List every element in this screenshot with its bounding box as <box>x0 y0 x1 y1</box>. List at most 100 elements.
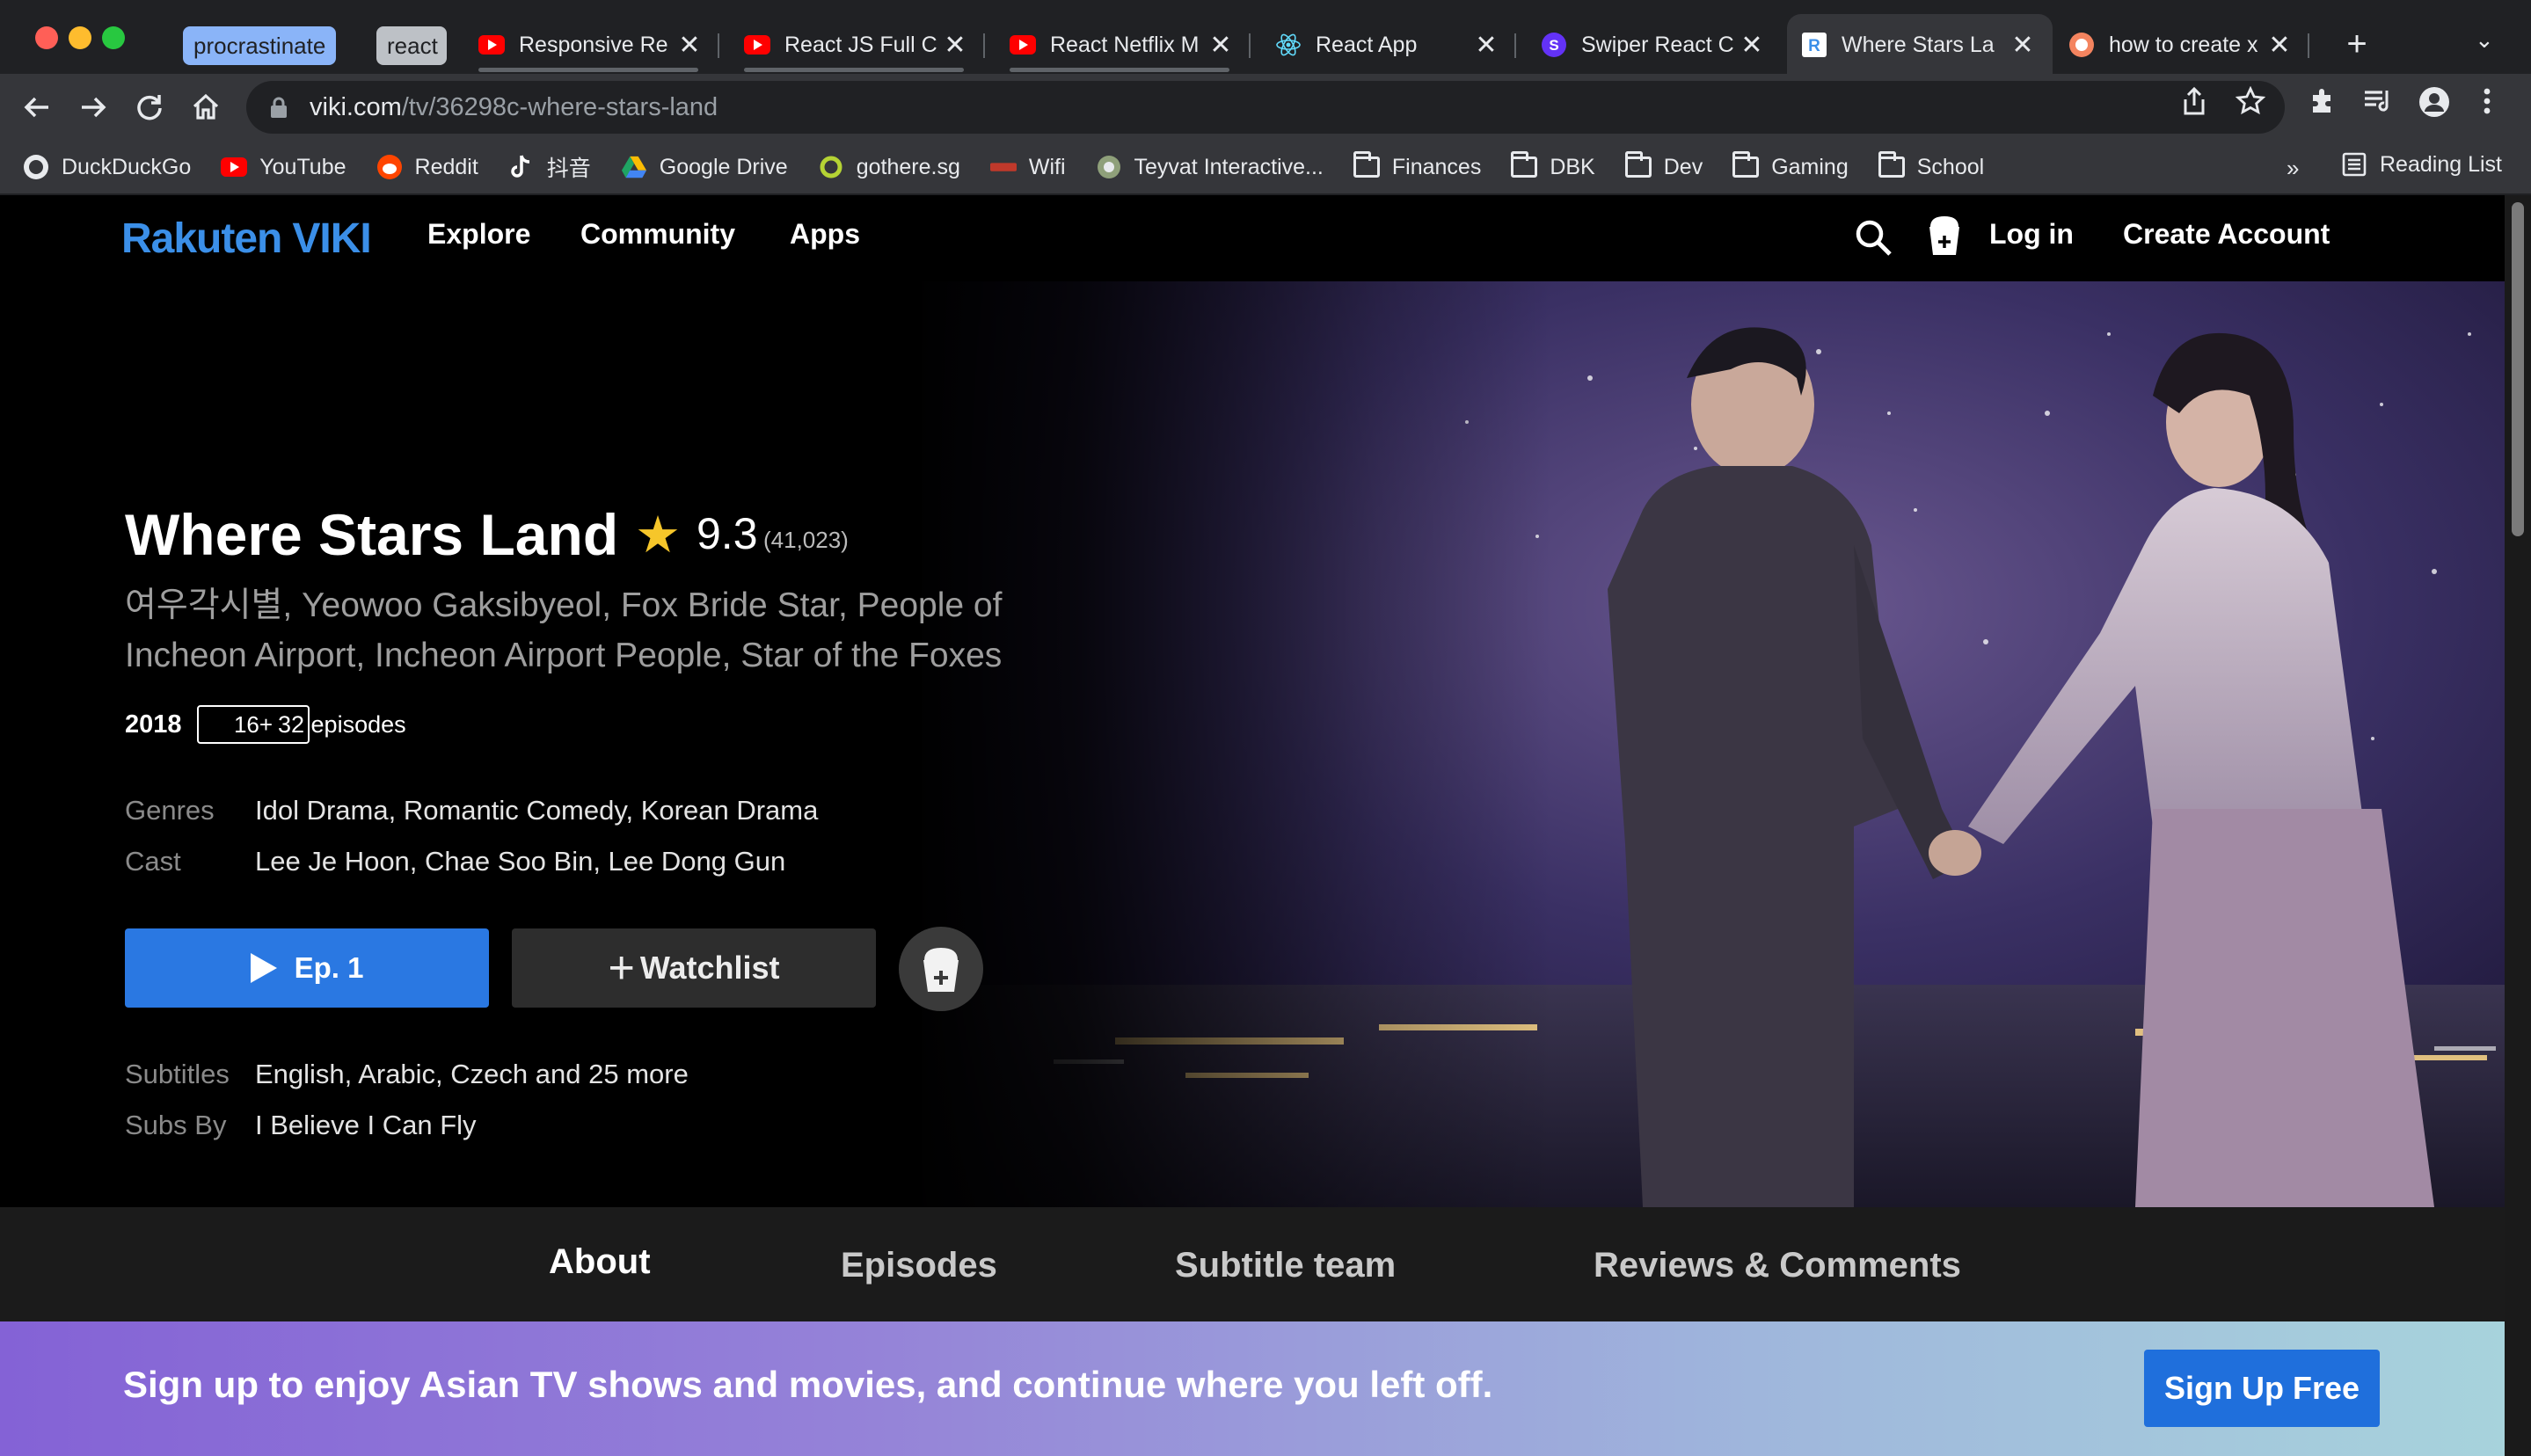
play-episode-button[interactable]: Ep. 1 <box>125 928 489 1008</box>
page-scrollbar[interactable] <box>2505 195 2531 1456</box>
tab-reviews-comments[interactable]: Reviews & Comments <box>1594 1246 1961 1285</box>
sign-up-free-button[interactable]: Sign Up Free <box>2144 1350 2380 1427</box>
browser-tab[interactable]: Responsive Re ✕ <box>464 14 719 76</box>
close-tab-icon[interactable]: ✕ <box>677 30 702 61</box>
arrow-right-icon <box>82 97 106 118</box>
rating-count: (41,023) <box>763 527 849 553</box>
reading-list-icon <box>2341 151 2367 178</box>
bookmark-label: Dev <box>1663 154 1703 179</box>
address-bar[interactable]: viki.com/tv/36298c-where-stars-land <box>246 81 2285 134</box>
nav-apps[interactable]: Apps <box>790 218 860 251</box>
site-header: Rakuten VIKI Explore Community Apps Log i… <box>0 195 2505 281</box>
tab-group-react[interactable]: react <box>376 26 447 65</box>
svg-text:S: S <box>1549 37 1558 54</box>
episode-count: 32 episodes <box>278 711 406 738</box>
new-tab-button[interactable]: + <box>2339 25 2374 63</box>
rakuten-viki-logo[interactable]: Rakuten VIKI <box>121 215 372 263</box>
close-tab-icon[interactable]: ✕ <box>943 30 967 61</box>
scrollbar-thumb[interactable] <box>2512 202 2524 536</box>
close-tab-icon[interactable]: ✕ <box>1740 30 1764 61</box>
tab-group-procrastinate[interactable]: procrastinate <box>183 26 336 65</box>
bookmark-duckduckgo[interactable]: DuckDuckGo <box>23 154 191 180</box>
watchlist-button[interactable]: + Watchlist <box>512 928 876 1008</box>
nav-community[interactable]: Community <box>580 218 735 251</box>
bookmark-wifi[interactable]: Wifi <box>989 154 1066 180</box>
collection-bucket-icon[interactable] <box>1926 213 1963 258</box>
browser-tab[interactable]: React Netflix M ✕ <box>996 14 1251 76</box>
youtube-icon <box>744 32 770 58</box>
bookmark-label: Finances <box>1391 154 1482 179</box>
browser-tab[interactable]: React App ✕ <box>1261 14 1516 76</box>
signup-banner-text: Sign up to enjoy Asian TV shows and movi… <box>123 1364 1493 1405</box>
bookmark-folder-gaming[interactable]: Gaming <box>1732 151 1849 180</box>
bookmark-google-drive[interactable]: Google Drive <box>621 154 788 180</box>
tab-title: Where Stars La <box>1842 32 1995 57</box>
bookmark-star-icon[interactable] <box>2235 85 2266 123</box>
browser-chrome: procrastinate react Responsive Re ✕ Reac… <box>0 0 2531 195</box>
teyvat-icon <box>1096 154 1122 180</box>
forward-button[interactable] <box>70 84 116 130</box>
play-icon <box>250 953 277 983</box>
tab-episodes[interactable]: Episodes <box>841 1246 997 1285</box>
bookmark-label: Google Drive <box>659 154 788 179</box>
bookmark-label: School <box>1916 154 1985 179</box>
zoom-window-button[interactable] <box>102 26 125 49</box>
share-icon[interactable] <box>2181 86 2207 123</box>
star-icon: ★ <box>635 506 681 564</box>
bookmark-folder-finances[interactable]: Finances <box>1353 151 1482 180</box>
tab-title: React App <box>1316 32 1418 57</box>
search-icon[interactable] <box>1854 218 1893 257</box>
reload-icon <box>137 95 162 120</box>
lock-icon <box>271 97 287 118</box>
browser-tab-active[interactable]: R Where Stars La ✕ <box>1787 14 2053 76</box>
back-button[interactable] <box>14 84 60 130</box>
tab-subtitle-team[interactable]: Subtitle team <box>1175 1246 1396 1285</box>
close-tab-icon[interactable]: ✕ <box>2010 30 2035 61</box>
home-button[interactable] <box>183 84 229 130</box>
bucket-add-icon <box>923 948 959 992</box>
watchlist-button-label: Watchlist <box>639 950 780 986</box>
genres-value[interactable]: Idol Drama, Romantic Comedy, Korean Dram… <box>255 795 818 826</box>
bookmark-label: Reddit <box>414 154 478 179</box>
nav-explore[interactable]: Explore <box>427 218 530 251</box>
cast-value[interactable]: Lee Je Hoon, Chae Soo Bin, Lee Dong Gun <box>255 846 785 877</box>
close-tab-icon[interactable]: ✕ <box>2267 30 2292 61</box>
media-queue-icon[interactable] <box>2362 86 2394 123</box>
login-link[interactable]: Log in <box>1989 218 2074 251</box>
bookmark-label: 抖音 <box>546 157 591 181</box>
profile-avatar-icon[interactable] <box>2418 86 2450 125</box>
wifi-site-icon <box>989 154 1017 180</box>
subtitles-label: Subtitles <box>125 1059 230 1089</box>
browser-tab[interactable]: React JS Full C ✕ <box>730 14 985 76</box>
close-window-button[interactable] <box>35 26 58 49</box>
bookmark-douyin[interactable]: 抖音 <box>508 151 591 183</box>
reload-button[interactable] <box>127 84 172 130</box>
bookmark-reddit[interactable]: Reddit <box>376 154 478 180</box>
bookmark-folder-dbk[interactable]: DBK <box>1511 151 1595 180</box>
tab-search-chevron-icon[interactable]: ⌄ <box>2475 26 2494 54</box>
browser-tab[interactable]: how to create x ✕ <box>2054 14 2309 76</box>
subtitles-value[interactable]: English, Arabic, Czech and 25 more <box>255 1059 689 1090</box>
close-tab-icon[interactable]: ✕ <box>1208 30 1233 61</box>
close-tab-icon[interactable]: ✕ <box>1474 30 1499 61</box>
bookmark-youtube[interactable]: YouTube <box>221 154 346 180</box>
bookmark-folder-dev[interactable]: Dev <box>1624 151 1703 180</box>
add-to-collection-button[interactable] <box>899 927 983 1011</box>
subs-by-value[interactable]: I Believe I Can Fly <box>255 1110 477 1141</box>
reading-list-button[interactable]: Reading List <box>2341 151 2502 178</box>
google-drive-icon <box>621 154 647 180</box>
swiper-icon: S <box>1541 32 1567 58</box>
bookmark-label: DuckDuckGo <box>62 154 192 179</box>
tab-about[interactable]: About <box>549 1242 651 1282</box>
minimize-window-button[interactable] <box>69 26 91 49</box>
bookmarks-overflow-button[interactable]: » <box>2287 155 2299 182</box>
browser-menu-icon[interactable] <box>2482 86 2492 123</box>
create-account-link[interactable]: Create Account <box>2123 218 2330 251</box>
extensions-icon[interactable] <box>2308 86 2338 123</box>
bookmark-teyvat[interactable]: Teyvat Interactive... <box>1096 154 1324 180</box>
browser-tab[interactable]: S Swiper React C ✕ <box>1527 14 1782 76</box>
reading-list-label: Reading List <box>2380 151 2502 177</box>
bookmark-folder-school[interactable]: School <box>1878 151 1985 180</box>
home-icon <box>193 93 219 120</box>
bookmark-gothere[interactable]: gothere.sg <box>818 154 960 180</box>
